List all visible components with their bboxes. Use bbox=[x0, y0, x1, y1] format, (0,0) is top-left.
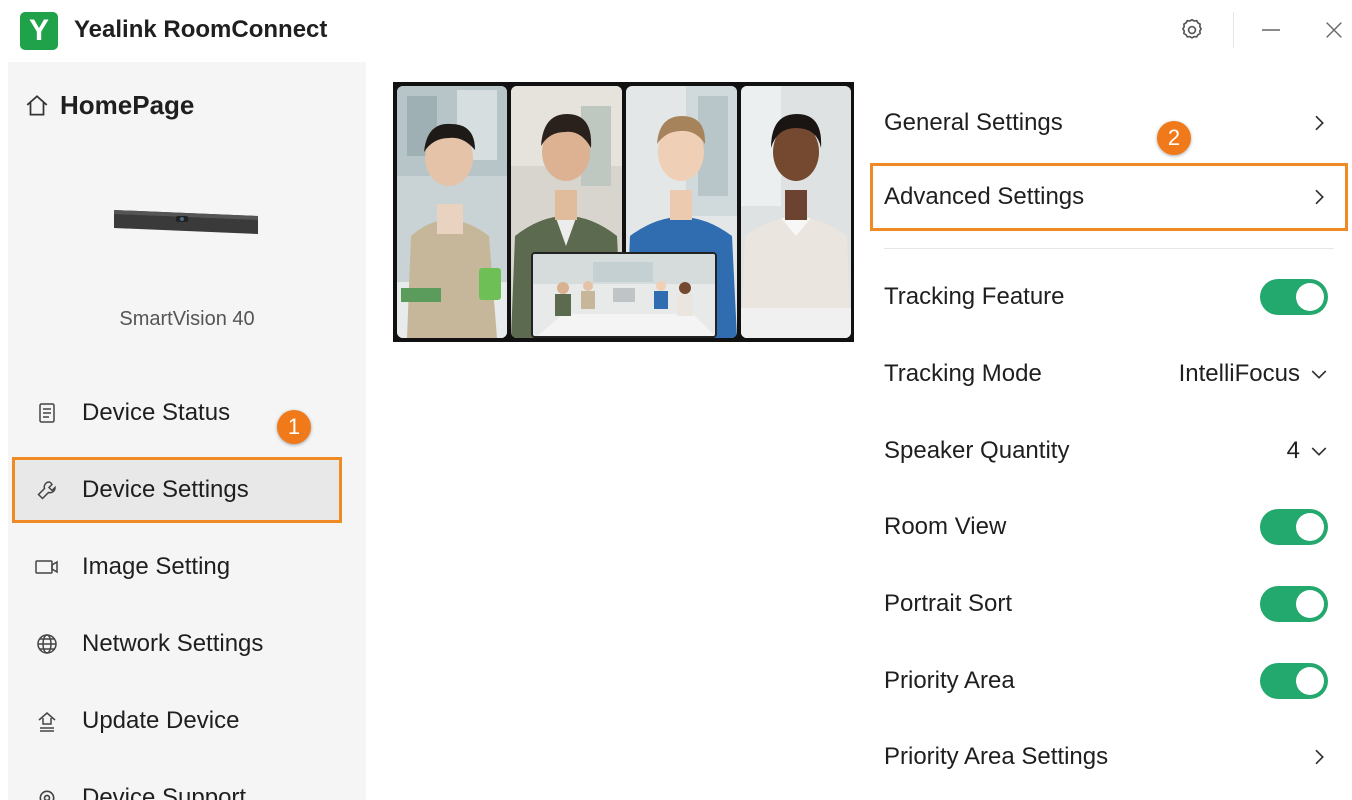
room-view-toggle[interactable] bbox=[1260, 509, 1328, 545]
settings-icon[interactable] bbox=[1176, 14, 1208, 46]
globe-icon bbox=[34, 631, 60, 657]
app-title: Yealink RoomConnect bbox=[74, 16, 328, 43]
sidebar-item-label: Image Setting bbox=[82, 553, 231, 580]
sidebar-item-device-support[interactable]: Device Support bbox=[12, 765, 342, 800]
sidebar-item-device-settings[interactable]: Device Settings bbox=[12, 457, 342, 523]
speaker-quantity-dropdown[interactable]: 4 bbox=[1287, 437, 1328, 465]
toggle-knob bbox=[1296, 513, 1324, 541]
chevron-right-icon bbox=[1315, 749, 1324, 765]
toggle-knob bbox=[1296, 667, 1324, 695]
tracking-mode-label: Tracking Mode bbox=[884, 360, 1042, 387]
general-settings-row[interactable]: General Settings bbox=[870, 87, 1348, 159]
tracking-mode-dropdown[interactable]: IntelliFocus bbox=[1179, 360, 1328, 388]
sidebar-item-network-settings[interactable]: Network Settings bbox=[12, 611, 342, 677]
tracking-mode-row: Tracking Mode IntelliFocus bbox=[870, 338, 1348, 410]
participant-tile-4 bbox=[741, 86, 851, 338]
chevron-down-icon bbox=[1311, 447, 1327, 456]
yealink-logo: Y bbox=[20, 12, 58, 50]
upload-icon bbox=[34, 708, 60, 734]
priority-area-toggle[interactable] bbox=[1260, 663, 1328, 699]
portrait-sort-label: Portrait Sort bbox=[884, 590, 1013, 617]
device-name: SmartVision 40 bbox=[119, 308, 255, 330]
chevron-right-icon bbox=[1315, 189, 1324, 205]
priority-area-row: Priority Area bbox=[870, 645, 1348, 717]
participant-tile-1 bbox=[397, 86, 507, 338]
sidebar-item-label: Device Support bbox=[82, 784, 247, 800]
priority-area-label: Priority Area bbox=[884, 667, 1015, 694]
step-badge-1: 1 bbox=[277, 410, 311, 444]
portrait-sort-row: Portrait Sort bbox=[870, 568, 1348, 640]
general-settings-label: General Settings bbox=[884, 109, 1063, 136]
home-icon bbox=[26, 94, 48, 116]
device-image bbox=[114, 210, 258, 234]
toggle-knob bbox=[1296, 590, 1324, 618]
room-view-label: Room View bbox=[884, 513, 1007, 540]
sidebar-item-update-device[interactable]: Update Device bbox=[12, 688, 342, 754]
camera-preview bbox=[393, 82, 854, 342]
home-link[interactable]: HomePage bbox=[24, 90, 194, 121]
room-view-inset bbox=[531, 252, 717, 338]
toggle-knob bbox=[1296, 283, 1324, 311]
title-separator bbox=[1233, 12, 1234, 48]
sidebar-item-label: Device Status bbox=[82, 399, 231, 426]
wrench-icon bbox=[34, 477, 60, 503]
tracking-feature-row: Tracking Feature bbox=[870, 261, 1348, 333]
speaker-quantity-label: Speaker Quantity bbox=[884, 437, 1070, 464]
room-view-row: Room View bbox=[870, 491, 1348, 563]
chevron-down-icon bbox=[1311, 370, 1327, 379]
sidebar-item-image-setting[interactable]: Image Setting bbox=[12, 534, 342, 600]
priority-area-settings-row[interactable]: Priority Area Settings bbox=[870, 721, 1348, 793]
speaker-quantity-row: Speaker Quantity 4 bbox=[870, 415, 1348, 487]
sidebar-item-label: Network Settings bbox=[82, 630, 264, 657]
sidebar: HomePage SmartVision 40 Device Status De… bbox=[8, 62, 366, 800]
tracking-mode-value: IntelliFocus bbox=[1178, 360, 1300, 387]
minimize-icon[interactable] bbox=[1255, 14, 1287, 46]
priority-area-settings-label: Priority Area Settings bbox=[884, 743, 1109, 770]
chevron-right-icon bbox=[1315, 115, 1324, 131]
advanced-settings-row[interactable]: Advanced Settings bbox=[870, 163, 1348, 231]
portrait-sort-toggle[interactable] bbox=[1260, 586, 1328, 622]
close-icon[interactable] bbox=[1318, 14, 1350, 46]
section-divider bbox=[884, 248, 1334, 249]
camera-icon bbox=[34, 554, 60, 580]
tracking-feature-label: Tracking Feature bbox=[884, 283, 1065, 310]
support-icon bbox=[34, 785, 60, 800]
sidebar-item-label: Device Settings bbox=[82, 476, 249, 503]
speaker-quantity-value: 4 bbox=[1286, 437, 1300, 464]
tracking-feature-toggle[interactable] bbox=[1260, 279, 1328, 315]
sidebar-item-label: Update Device bbox=[82, 707, 240, 734]
document-icon bbox=[34, 400, 60, 426]
title-bar: Y Yealink RoomConnect bbox=[0, 0, 1352, 62]
advanced-settings-label: Advanced Settings bbox=[884, 183, 1085, 210]
home-label: HomePage bbox=[60, 90, 195, 120]
